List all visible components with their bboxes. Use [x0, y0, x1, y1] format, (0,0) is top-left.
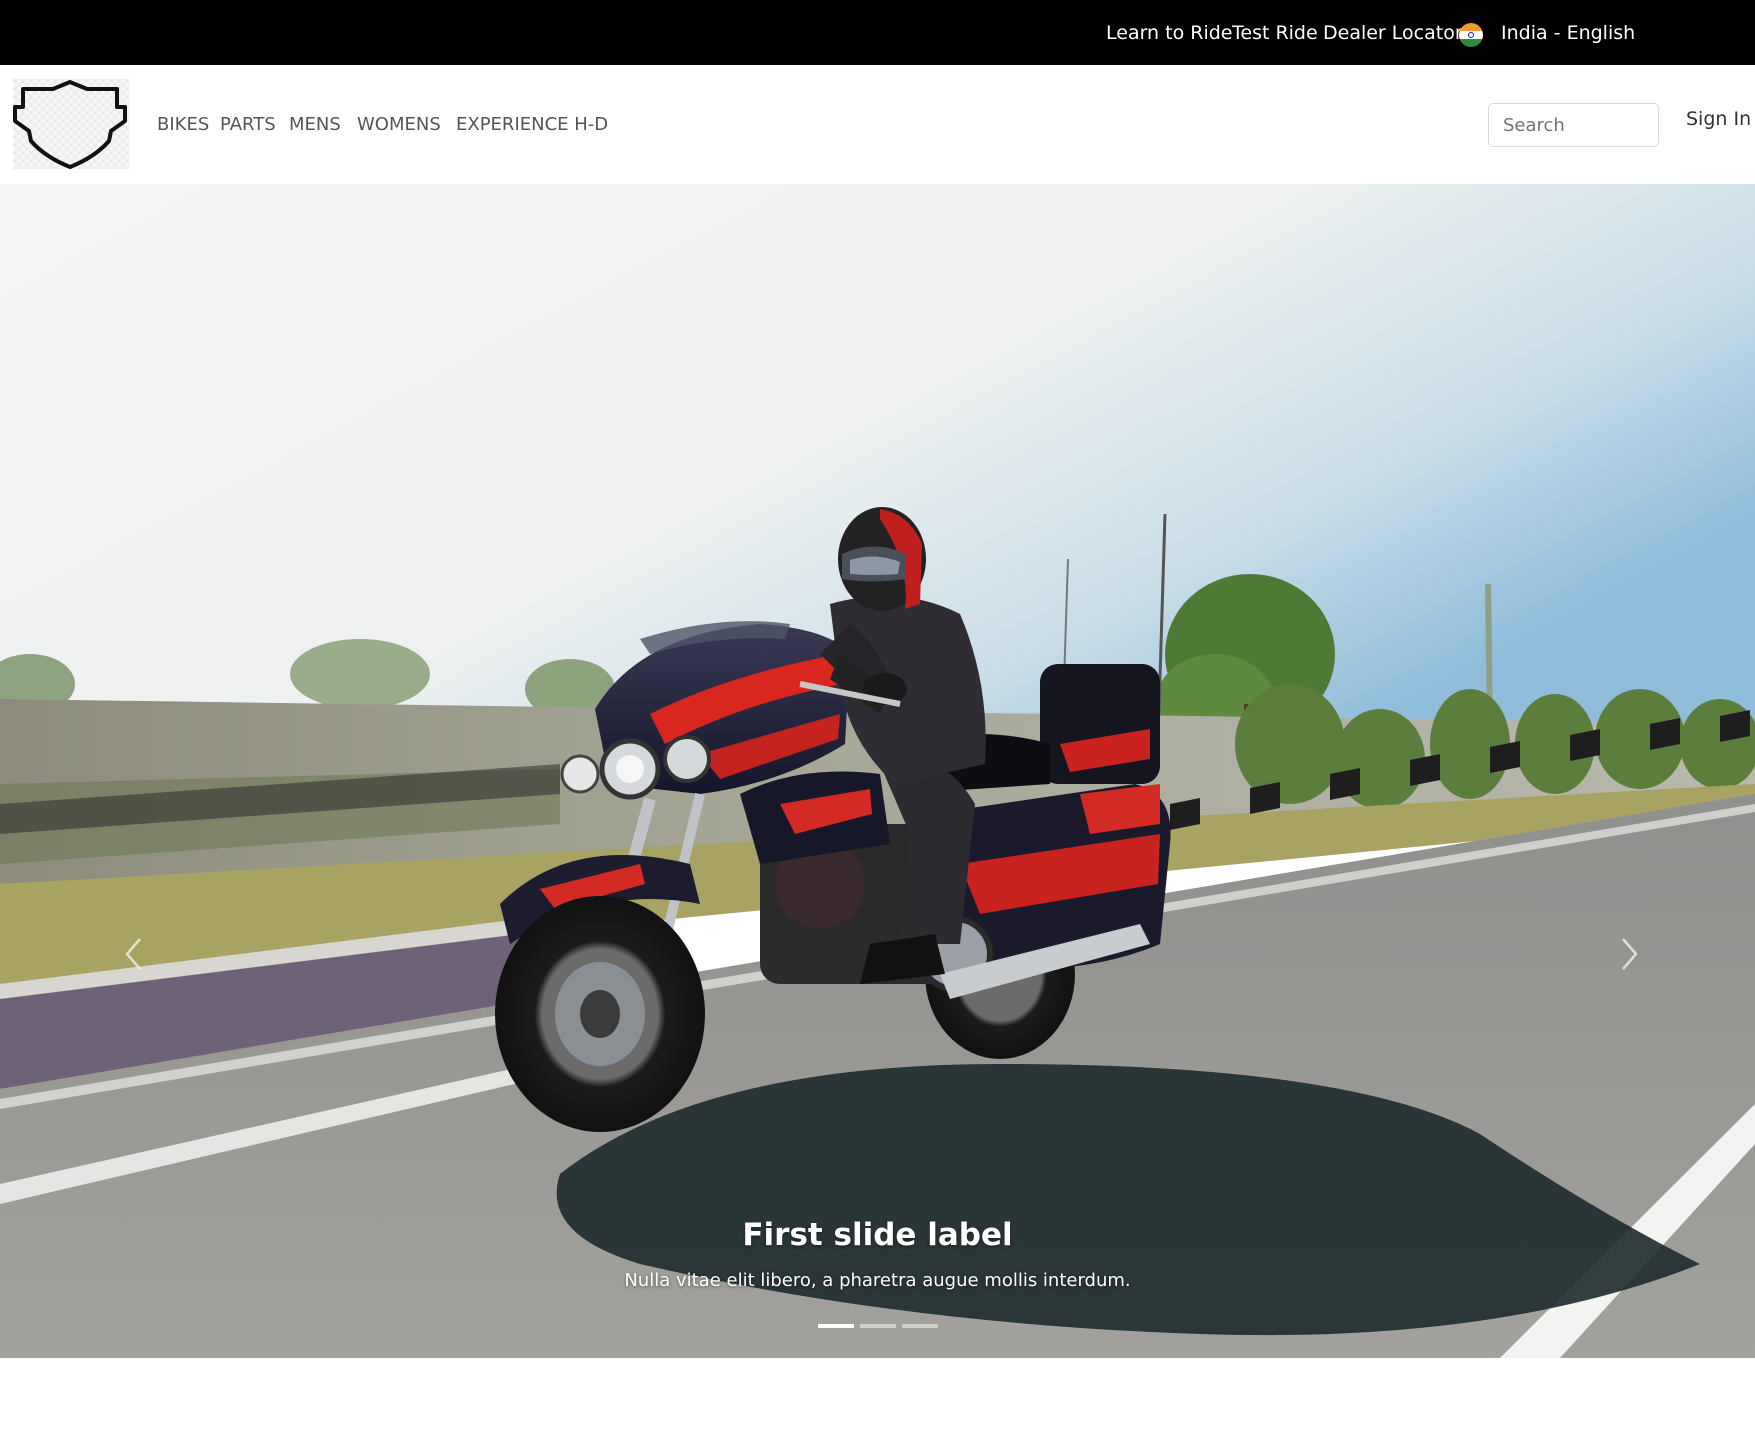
carousel-indicator-2[interactable]	[859, 1324, 896, 1328]
shield-logo-icon	[13, 80, 127, 169]
carousel-indicator-1[interactable]	[817, 1324, 854, 1328]
nav-parts[interactable]: PARTS	[220, 113, 276, 137]
hero-carousel: First slide label Nulla vitae elit liber…	[0, 184, 1755, 1358]
slide-title: First slide label	[742, 1217, 1013, 1253]
test-ride-link[interactable]: Test Ride	[1232, 20, 1318, 46]
carousel-indicators	[0, 1324, 1755, 1328]
locale-selector[interactable]: India - English	[1501, 20, 1635, 46]
india-flag-icon[interactable]	[1459, 23, 1483, 47]
nav-mens[interactable]: MENS	[289, 113, 341, 137]
learn-to-ride-link[interactable]: Learn to Ride	[1106, 20, 1233, 46]
chevron-left-icon	[125, 938, 141, 970]
carousel-indicator-3[interactable]	[901, 1324, 938, 1328]
nav-womens[interactable]: WOMENS	[357, 113, 441, 137]
search-input[interactable]	[1488, 103, 1659, 147]
nav-experience-hd[interactable]: EXPERIENCE H-D	[456, 113, 608, 137]
top-utility-bar: Learn to Ride Test Ride Dealer Locator I…	[0, 0, 1755, 65]
carousel-prev-button[interactable]	[113, 934, 153, 974]
brand-logo[interactable]	[13, 79, 129, 169]
sign-in-link[interactable]: Sign In	[1686, 107, 1751, 131]
slide-text: Nulla vitae elit libero, a pharetra augu…	[624, 1270, 1131, 1291]
chevron-right-icon	[1622, 938, 1638, 970]
dealer-locator-link[interactable]: Dealer Locator	[1323, 20, 1463, 46]
slide-image	[0, 184, 1755, 1358]
nav-bikes[interactable]: BIKES	[157, 113, 209, 137]
page-content-area	[0, 1358, 1755, 1439]
main-navbar: BIKES PARTS MENS WOMENS EXPERIENCE H-D S…	[0, 65, 1755, 184]
carousel-next-button[interactable]	[1610, 934, 1650, 974]
